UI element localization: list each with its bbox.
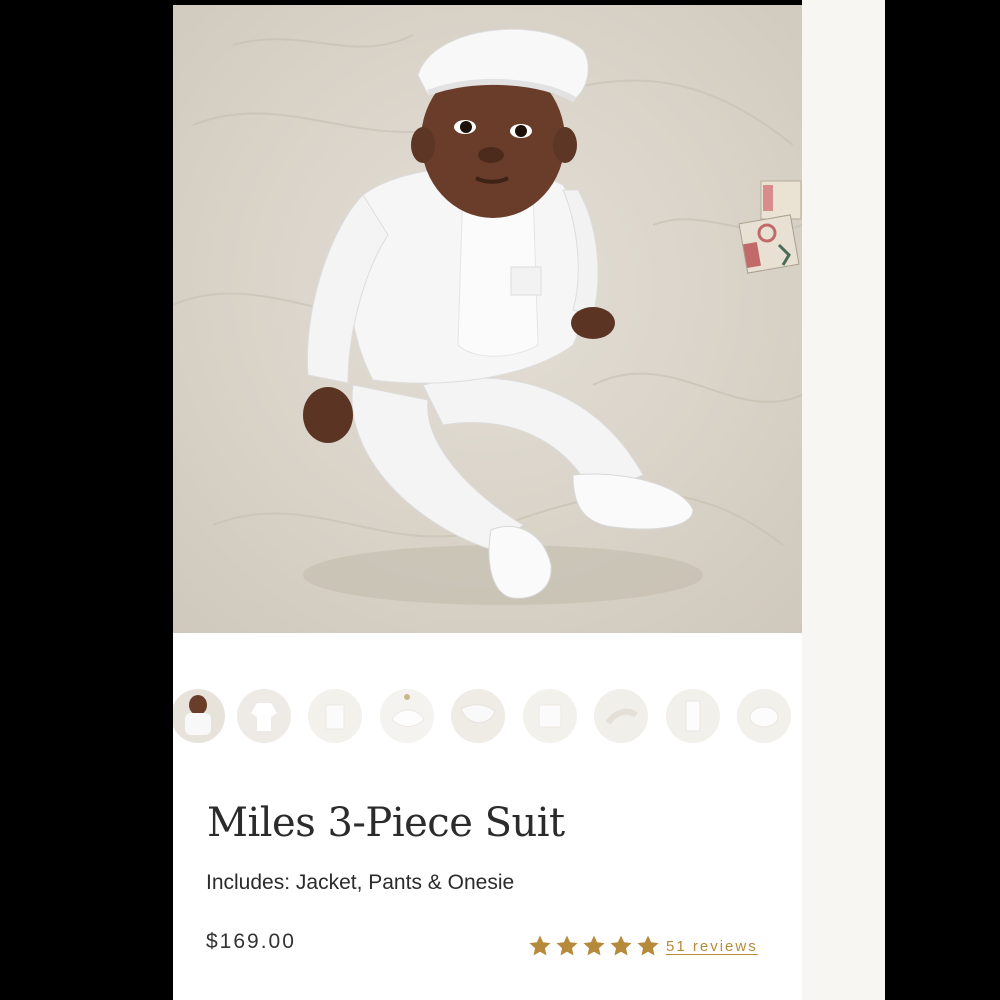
thumbnail-8[interactable] xyxy=(666,689,720,743)
thumbnail-6[interactable] xyxy=(523,689,577,743)
hero-product-image[interactable] xyxy=(173,5,802,633)
star-icon xyxy=(583,935,605,956)
thumbnail-1[interactable] xyxy=(173,689,225,743)
star-icon xyxy=(529,935,551,956)
thumbnail-4[interactable] xyxy=(380,689,434,743)
product-price: $169.00 xyxy=(206,930,296,953)
reviews-link[interactable]: 51 reviews xyxy=(666,938,758,955)
product-title: Miles 3-Piece Suit xyxy=(207,800,565,846)
baby-photo-illustration xyxy=(173,5,802,633)
thumbnail-5[interactable] xyxy=(451,689,505,743)
product-includes: Includes: Jacket, Pants & Onesie xyxy=(206,871,515,894)
rating-stars xyxy=(528,934,660,958)
thumbnail-3[interactable] xyxy=(308,689,362,743)
thumbnail-2[interactable] xyxy=(237,689,291,743)
product-rating[interactable]: 51 reviews xyxy=(528,933,758,959)
star-icon xyxy=(556,935,578,956)
star-icon xyxy=(610,935,632,956)
side-panel xyxy=(802,0,885,1000)
product-page: Miles 3-Piece Suit Includes: Jacket, Pan… xyxy=(173,5,802,1000)
star-icon xyxy=(637,935,659,956)
thumbnail-7[interactable] xyxy=(594,689,648,743)
thumbnail-carousel xyxy=(173,689,802,745)
thumbnail-9[interactable] xyxy=(737,689,791,743)
